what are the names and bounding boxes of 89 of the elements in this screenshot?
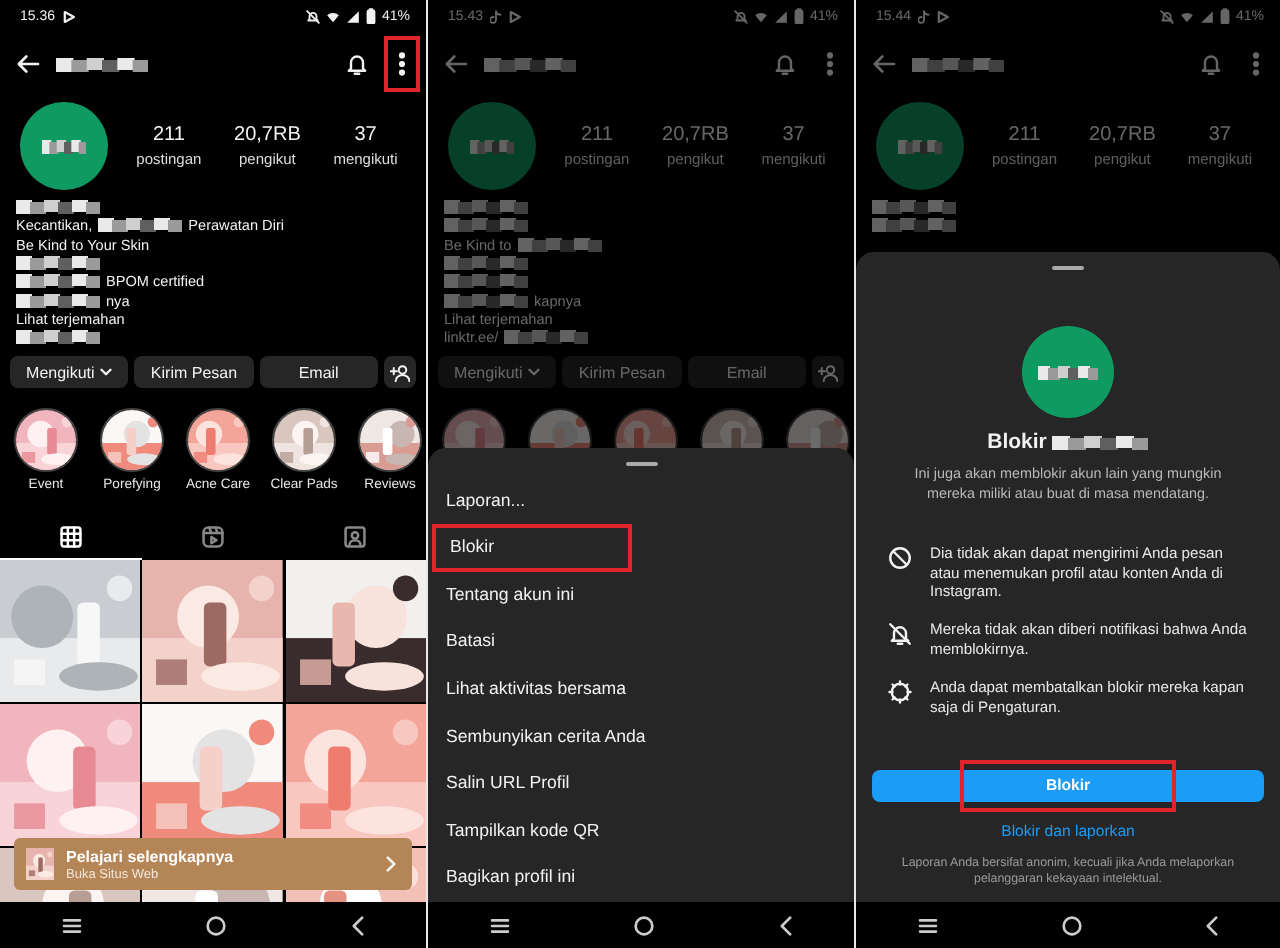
pixelated-patch [470,139,514,153]
wifi-icon [1179,9,1194,23]
pixelated-patch [1038,365,1098,380]
stat-count: 211 [580,124,613,146]
add-person-icon [389,363,410,382]
menu-item[interactable]: Lihat aktivitas bersama [428,666,854,714]
menu-item[interactable]: Laporan... [428,477,854,525]
menu-item[interactable]: Blokir [432,524,632,572]
muted-bell-icon [733,9,748,23]
back-arrow-icon[interactable] [16,54,40,74]
settings-icon [888,679,912,704]
bell-off-icon [888,622,912,647]
stat-count: 20,7RB [1089,124,1156,146]
stat-count: 211 [1008,124,1041,146]
battery-icon [365,8,376,24]
home-icon[interactable] [634,915,655,935]
pixelated-patch [16,200,100,215]
pixelated-patch [16,274,100,289]
signal-icon [773,9,788,23]
recent-apps-icon[interactable] [62,917,83,933]
pixelated-patch [56,57,148,71]
home-icon[interactable] [206,915,227,935]
stat-count: 20,7RB [234,124,301,146]
music-note-icon [917,9,930,23]
menu-item[interactable]: Tentang akun ini [428,571,854,619]
stat-count: 37 [782,124,805,146]
pixelated-patch [1052,435,1149,450]
more-icon[interactable] [398,52,406,76]
play-icon [61,9,76,23]
pixelated-patch [912,57,1004,71]
profile-avatar[interactable] [20,102,108,190]
signal-icon [1199,9,1214,23]
drag-handle[interactable] [1052,266,1084,271]
recent-apps-icon[interactable] [490,917,511,933]
grid-icon[interactable] [60,526,82,549]
pixelated-patch [872,218,956,233]
follow-dropdown-button[interactable]: Mengikuti [10,356,129,389]
caret-icon [100,368,113,377]
pixelated-patch [872,200,956,215]
back-icon[interactable] [351,915,364,935]
profile-action-button[interactable]: Kirim Pesan [134,356,254,389]
reels-icon[interactable] [202,526,224,549]
add-person-icon [817,363,838,382]
pixelated-patch [898,139,942,153]
pixelated-patch [444,293,528,308]
menu-item[interactable]: Sembunyikan cerita Anda [428,713,854,761]
muted-bell-icon [305,9,320,23]
profile-action-button[interactable]: Email [259,356,378,389]
stat-count: 211 [152,124,185,146]
muted-bell-icon [1159,9,1174,23]
menu-item[interactable]: Batasi [428,618,854,667]
pixelated-patch [444,200,528,215]
pixelated-patch [444,256,528,271]
pixelated-patch [444,274,528,289]
signal-icon [345,9,360,23]
battery-icon [793,8,804,24]
pixelated-patch [484,57,576,71]
chevron-right-icon [386,856,396,873]
bell-icon[interactable] [346,52,368,76]
wifi-icon [753,9,768,23]
pixelated-patch [98,218,183,233]
pixelated-patch [42,139,86,153]
recent-apps-icon[interactable] [918,917,938,933]
tagged-person-icon[interactable] [344,526,366,549]
stat-count: 37 [354,124,377,146]
battery-icon [1219,8,1230,24]
back-icon[interactable] [779,915,792,935]
drag-handle[interactable] [625,461,657,466]
pixelated-patch [444,218,528,233]
blocked-icon [888,545,912,570]
menu-item[interactable]: Bagikan profil ini [428,854,854,902]
suggest-people-button[interactable] [383,356,416,389]
stat-count: 20,7RB [662,124,729,146]
pixelated-patch [16,330,100,345]
play-icon [935,9,950,23]
home-icon[interactable] [1062,915,1082,935]
stat-count: 37 [1208,124,1231,146]
back-icon[interactable] [1206,915,1218,935]
caret-icon [528,368,541,377]
wifi-icon [325,9,340,23]
menu-item[interactable]: Salin URL Profil [428,760,854,808]
dialog-title: Blokir [987,430,1047,455]
play-icon [507,9,522,23]
menu-item[interactable]: Tampilkan kode QR [428,807,854,855]
pixelated-patch [517,237,602,252]
music-note-icon [489,9,502,23]
pixelated-patch [16,256,100,271]
pixelated-patch [16,293,100,308]
pixelated-patch [504,330,589,345]
